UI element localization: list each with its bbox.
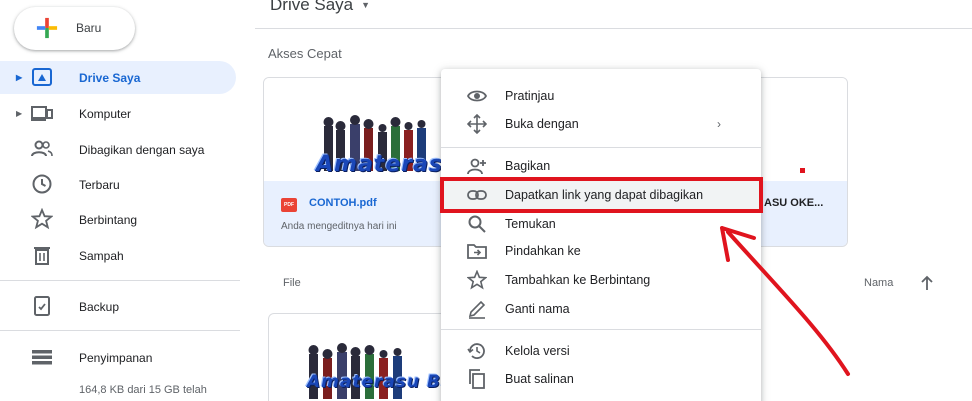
move-folder-icon: [467, 244, 487, 259]
clock-icon: [32, 174, 52, 194]
sidebar-item-label: Drive Saya: [79, 70, 141, 85]
pencil-icon: [468, 300, 486, 319]
menu-item-pratinjau[interactable]: Pratinjau: [441, 82, 761, 110]
backup-icon: [34, 296, 50, 316]
new-button-label: Baru: [76, 21, 102, 35]
sidebar-item-sampah[interactable]: Sampah: [0, 239, 236, 272]
header-divider: [255, 28, 972, 29]
highlight-box-annotation: [440, 177, 763, 213]
copy-icon: [469, 369, 485, 389]
storage-usage-text: 164,8 KB dari 15 GB telah: [79, 384, 207, 396]
sidebar-item-berbintang[interactable]: Berbintang: [0, 203, 236, 236]
shared-people-icon: [31, 140, 53, 157]
page-title[interactable]: Drive Saya ▼: [270, 0, 370, 15]
sidebar-item-penyimpanan[interactable]: Penyimpanan: [0, 341, 236, 374]
sidebar-item-label: Dibagikan dengan saya: [79, 142, 205, 157]
sidebar-item-dibagikan[interactable]: Dibagikan dengan saya: [0, 133, 236, 166]
chevron-down-icon: ▼: [361, 0, 371, 10]
red-arrow-annotation: [720, 226, 850, 376]
menu-separator: [441, 147, 761, 148]
menu-item-label: Pratinjau: [505, 89, 555, 103]
chevron-right-icon: ›: [717, 117, 721, 131]
sidebar-item-label: Komputer: [79, 106, 132, 121]
menu-item-buka-dengan[interactable]: Buka dengan ›: [441, 110, 761, 138]
computer-icon: [31, 106, 53, 121]
menu-item-bagikan[interactable]: Bagikan: [441, 152, 761, 180]
red-dot-annotation: [800, 168, 805, 173]
history-icon: [467, 343, 485, 359]
thumbnail-logo-text: Amaterasu: [316, 152, 460, 177]
star-outline-icon: [467, 270, 487, 290]
page-title-text: Drive Saya: [270, 0, 354, 14]
menu-item-label: Temukan: [505, 217, 556, 231]
drive-icon: [32, 68, 52, 86]
sidebar-item-label: Terbaru: [79, 177, 120, 192]
quick-access-title: Akses Cepat: [268, 46, 342, 61]
expand-caret-icon[interactable]: ▶: [16, 109, 22, 118]
menu-item-label: Bagikan: [505, 159, 551, 173]
sidebar-item-backup[interactable]: Backup: [0, 290, 236, 323]
search-icon: [468, 215, 486, 233]
eye-icon: [467, 90, 487, 102]
file-edit-info: Anda mengeditnya hari ini: [281, 221, 397, 232]
star-icon: [31, 208, 53, 230]
second-file-name: ASU OKE...: [764, 197, 824, 209]
sidebar-item-komputer[interactable]: ▶ Komputer: [0, 97, 236, 130]
open-with-icon: [467, 114, 487, 134]
pdf-icon: PDF: [281, 198, 297, 212]
menu-item-label: Pindahkan ke: [505, 244, 581, 258]
thumbnail-logo-text: Amaterasu Blo: [307, 372, 458, 392]
menu-item-label: Ganti nama: [505, 302, 570, 316]
menu-item-label: Buat salinan: [505, 372, 574, 386]
file-card[interactable]: Amaterasu Blo: [268, 313, 458, 401]
sidebar-divider: [0, 280, 240, 281]
file-name: CONTOH.pdf: [309, 197, 377, 209]
share-person-add-icon: [467, 158, 486, 175]
sidebar-item-label: Penyimpanan: [79, 350, 153, 365]
sidebar: Baru ▶ Drive Saya ▶ Komputer Dibagikan d…: [0, 0, 240, 401]
plus-icon: [36, 17, 58, 39]
new-button[interactable]: Baru: [14, 7, 135, 50]
menu-item-label: Buka dengan: [505, 117, 579, 131]
menu-item-label: Tambahkan ke Berbintang: [505, 273, 651, 287]
storage-icon: [32, 350, 52, 365]
expand-caret-icon[interactable]: ▶: [16, 73, 22, 82]
arrow-up-icon[interactable]: [920, 275, 934, 291]
sidebar-divider: [0, 330, 240, 331]
sidebar-item-label: Berbintang: [79, 212, 138, 227]
sidebar-item-label: Sampah: [79, 248, 124, 263]
menu-item-label: Kelola versi: [505, 344, 570, 358]
sidebar-item-label: Backup: [79, 299, 120, 314]
sidebar-item-drive-saya[interactable]: ▶ Drive Saya: [0, 61, 236, 94]
sidebar-item-terbaru[interactable]: Terbaru: [0, 168, 236, 201]
trash-icon: [34, 247, 50, 265]
files-section-label: File: [283, 277, 301, 289]
